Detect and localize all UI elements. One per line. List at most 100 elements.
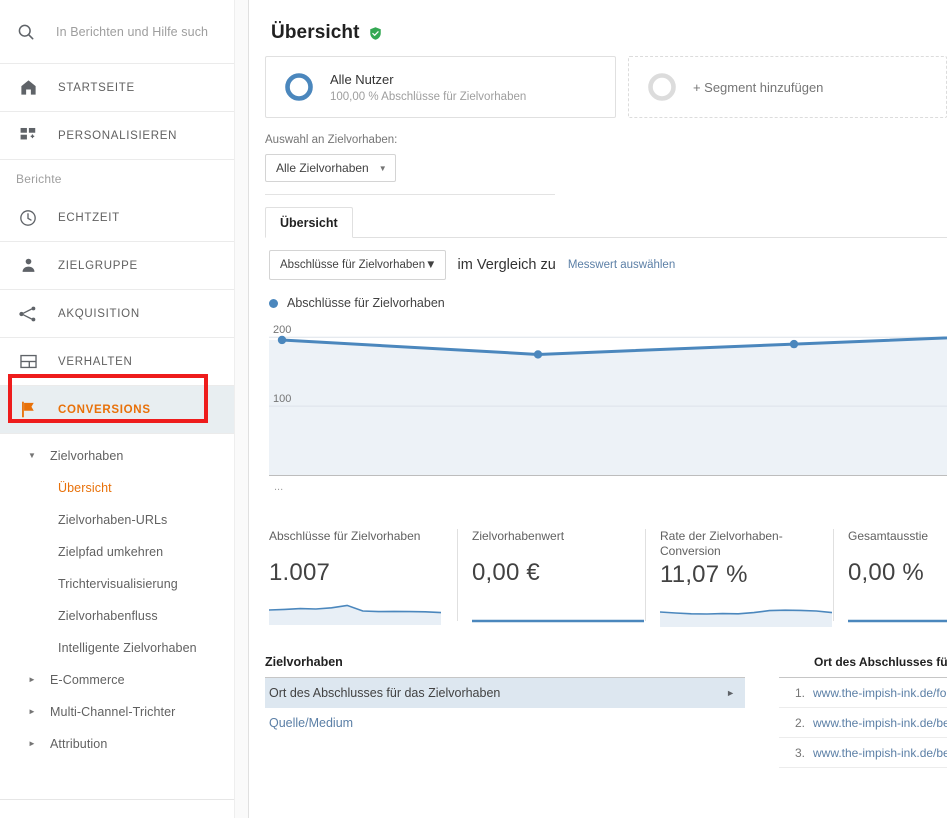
sidebar-item-conversions[interactable]: CONVERSIONS xyxy=(0,386,248,434)
segment-all-users[interactable]: Alle Nutzer 100,00 % Abschlüsse für Ziel… xyxy=(265,56,616,118)
goal-selector-label: Auswahl an Zielvorhaben: xyxy=(265,134,398,146)
tab-uebersicht[interactable]: Übersicht xyxy=(265,207,353,238)
sidebar-subitem-zielvorhaben[interactable]: ▼ Zielvorhaben xyxy=(0,440,248,472)
sidebar-subitem-uebersicht[interactable]: Übersicht xyxy=(0,472,248,504)
sidebar-item-akquisition[interactable]: AKQUISITION xyxy=(0,290,248,338)
row-url-link[interactable]: www.the-impish-ink.de/be xyxy=(813,746,947,760)
add-segment-label: + Segment hinzufügen xyxy=(692,79,824,95)
kpi-sparkline xyxy=(472,595,644,630)
sidebar-sublabel-zielpfad-umkehren: Zielpfad umkehren xyxy=(58,545,164,559)
kpi-card-conversion-rate[interactable]: Rate der Zielvorhaben-Conversion 11,07 % xyxy=(645,529,833,627)
kpi-value: 0,00 % xyxy=(848,559,924,586)
kpi-value: 1.007 xyxy=(269,559,331,586)
customize-icon xyxy=(16,124,40,148)
sidebar-label-personalisieren: PERSONALISIEREN xyxy=(58,129,178,142)
sidebar-subitem-trichtervisualisierung[interactable]: Trichtervisualisierung xyxy=(0,568,248,600)
sidebar-subitem-zielvorhaben-urls[interactable]: Zielvorhaben-URLs xyxy=(0,504,248,536)
sidebar-sublabel-uebersicht: Übersicht xyxy=(58,481,112,495)
table-row[interactable]: 2. www.the-impish-ink.de/be xyxy=(779,708,947,738)
dimension-panel: Zielvorhaben Ort des Abschlusses für das… xyxy=(265,655,745,738)
sidebar-sublabel-multi-channel-trichter: Multi-Channel-Trichter xyxy=(50,705,176,719)
table-row[interactable]: 1. www.the-impish-ink.de/fo xyxy=(779,678,947,708)
row-index: 2. xyxy=(794,715,805,730)
tabs-row: Übersicht xyxy=(265,207,947,238)
chevron-down-icon: ▼ xyxy=(28,451,37,460)
search-bar[interactable]: In Berichten und Hilfe such xyxy=(0,0,248,64)
kpi-value: 11,07 % xyxy=(660,561,748,588)
clock-icon xyxy=(16,206,40,230)
row-url-link[interactable]: www.the-impish-ink.de/be xyxy=(813,716,947,730)
sidebar-sublabel-attribution: Attribution xyxy=(50,737,108,751)
goal-selector-dropdown[interactable]: Alle Zielvorhaben ▼ xyxy=(265,154,396,182)
segment-row: Alle Nutzer 100,00 % Abschlüsse für Ziel… xyxy=(249,56,947,118)
kpi-label: Gesamtausstie xyxy=(848,529,929,543)
table-column-header: Ort des Abschlusses für d xyxy=(779,655,947,678)
main-content: Übersicht Alle Nutzer 100,00 % Abschlüss… xyxy=(249,0,947,818)
sidebar-item-personalisieren[interactable]: PERSONALISIEREN xyxy=(0,112,248,160)
chart-legend: Abschlüsse für Zielvorhaben xyxy=(269,296,947,310)
sidebar-item-verhalten[interactable]: VERHALTEN xyxy=(0,338,248,386)
svg-text:200: 200 xyxy=(273,324,291,336)
primary-metric-dropdown[interactable]: Abschlüsse für Zielvorhaben ▼ xyxy=(269,250,446,280)
kpi-card-goal-completions[interactable]: Abschlüsse für Zielvorhaben 1.007 xyxy=(268,529,457,625)
line-chart[interactable]: 100 200 xyxy=(269,320,947,475)
sidebar-subitem-multi-channel-trichter[interactable]: ► Multi-Channel-Trichter xyxy=(0,696,248,728)
row-url-link[interactable]: www.the-impish-ink.de/fo xyxy=(813,686,946,700)
data-table: Ort des Abschlusses für d 1. www.the-imp… xyxy=(779,655,947,768)
compare-label: im Vergleich zu xyxy=(457,257,556,273)
sidebar-subitem-zielpfad-umkehren[interactable]: Zielpfad umkehren xyxy=(0,536,248,568)
sidebar-sublabel-zielvorhaben: Zielvorhaben xyxy=(50,449,124,463)
chevron-right-icon: ► xyxy=(726,688,735,698)
sidebar: In Berichten und Hilfe such STARTSEITE P… xyxy=(0,0,249,818)
flag-icon xyxy=(16,398,40,422)
segment-name: Alle Nutzer xyxy=(330,72,394,87)
sidebar-subitem-zielvorhabenfluss[interactable]: Zielvorhabenfluss xyxy=(0,600,248,632)
select-metric-link[interactable]: Messwert auswählen xyxy=(568,259,675,271)
kpi-card-total-abandonment-rate[interactable]: Gesamtausstie 0,00 % xyxy=(833,529,947,623)
page-title: Übersicht xyxy=(271,22,360,43)
sidebar-subitem-attribution[interactable]: ► Attribution xyxy=(0,728,248,760)
kpi-label: Zielvorhabenwert xyxy=(472,529,565,543)
sidebar-subitem-e-commerce[interactable]: ► E-Commerce xyxy=(0,664,248,696)
row-index: 1. xyxy=(794,685,805,700)
segment-ring-icon xyxy=(282,70,316,104)
chevron-right-icon: ► xyxy=(28,675,37,684)
sidebar-label-akquisition: AKQUISITION xyxy=(58,307,140,320)
behavior-icon xyxy=(16,350,40,374)
sidebar-label-verhalten: VERHALTEN xyxy=(58,355,133,368)
chevron-down-icon: ▼ xyxy=(378,163,387,173)
goal-selector: Auswahl an Zielvorhaben: Alle Zielvorhab… xyxy=(265,134,555,195)
sidebar-scrollbar[interactable] xyxy=(234,0,248,818)
dimension-item-source-medium[interactable]: Quelle/Medium xyxy=(265,708,745,738)
dimension-item-label: Quelle/Medium xyxy=(269,716,354,730)
add-segment-button[interactable]: + Segment hinzufügen xyxy=(627,56,947,118)
sidebar-sublabel-e-commerce: E-Commerce xyxy=(50,673,125,687)
segment-sub: 100,00 % Abschlüsse für Zielvorhaben xyxy=(330,91,527,103)
kpi-card-goal-value[interactable]: Zielvorhabenwert 0,00 € xyxy=(457,529,645,623)
chart-x-axis: ... 5. Jan. 6. Jan. xyxy=(269,475,947,497)
dimension-item-goal-completion-location[interactable]: Ort des Abschlusses für das Zielvorhaben… xyxy=(265,678,745,708)
sidebar-label-startseite: STARTSEITE xyxy=(58,81,135,94)
goal-selector-value: Alle Zielvorhaben xyxy=(276,161,369,175)
sidebar-sublabel-trichtervisualisierung: Trichtervisualisierung xyxy=(58,577,178,591)
sidebar-item-echtzeit[interactable]: ECHTZEIT xyxy=(0,194,248,242)
sidebar-subnav: ▼ Zielvorhaben Übersicht Zielvorhaben-UR… xyxy=(0,434,248,760)
sidebar-subitem-intelligente-zielvorhaben[interactable]: Intelligente Zielvorhaben xyxy=(0,632,248,664)
acquisition-icon xyxy=(16,302,40,326)
sidebar-item-startseite[interactable]: STARTSEITE xyxy=(0,64,248,112)
search-input[interactable]: In Berichten und Hilfe such xyxy=(56,25,208,39)
person-icon xyxy=(16,254,40,278)
sidebar-section-berichte: Berichte xyxy=(16,172,62,186)
kpi-row: Abschlüsse für Zielvorhaben 1.007 Zielvo… xyxy=(268,529,947,627)
primary-metric-value: Abschlüsse für Zielvorhaben xyxy=(280,259,426,271)
row-index: 3. xyxy=(794,745,805,760)
add-segment-ring-icon xyxy=(645,70,679,104)
sidebar-item-zielgruppe[interactable]: ZIELGRUPPE xyxy=(0,242,248,290)
x-tick-0: ... xyxy=(274,481,284,493)
kpi-sparkline xyxy=(659,597,833,632)
table-row[interactable]: 3. www.the-impish-ink.de/be xyxy=(779,738,947,768)
sidebar-sublabel-zielvorhaben-urls: Zielvorhaben-URLs xyxy=(58,513,168,527)
chart-svg: 100 200 xyxy=(269,324,947,475)
search-icon xyxy=(14,20,38,44)
page-title-row: Übersicht xyxy=(249,0,947,56)
